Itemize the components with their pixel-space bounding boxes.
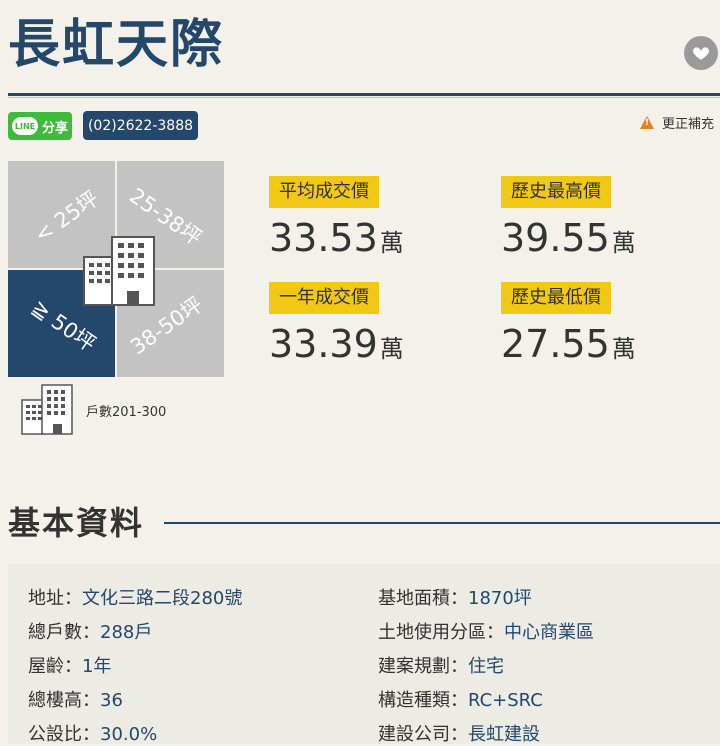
info-value: 長虹建設 (468, 724, 540, 745)
info-key: 屋齡： (28, 656, 82, 677)
info-value: 1870坪 (468, 588, 532, 609)
stat-avg-price: 平均成交價 33.53萬 (269, 176, 404, 265)
info-public-ratio: 公設比：30.0% (28, 720, 157, 746)
heart-icon (693, 47, 709, 60)
phone-button[interactable]: (02)2622-3888 (83, 111, 198, 140)
stat-hist-low: 歷史最低價 27.55萬 (501, 282, 636, 371)
info-value: 住宅 (468, 656, 504, 677)
info-zoning: 土地使用分區：中心商業區 (378, 618, 594, 644)
warning-icon (640, 116, 654, 129)
info-key: 總戶數： (28, 622, 100, 643)
line-icon: LINE (12, 117, 38, 135)
title-divider-thin (8, 97, 720, 98)
info-key: 總樓高： (28, 690, 100, 711)
stat-value-row: 33.53萬 (269, 216, 404, 265)
stat-unit: 萬 (611, 335, 636, 363)
stat-value: 33.53 (269, 216, 378, 260)
favorite-button[interactable] (684, 36, 718, 70)
info-value: 36 (100, 690, 123, 711)
info-key: 建設公司： (378, 724, 468, 745)
info-floors: 總樓高：36 (28, 686, 123, 712)
section-divider (164, 522, 720, 524)
info-key: 土地使用分區： (378, 622, 504, 643)
stat-unit: 萬 (379, 335, 404, 363)
units-count-label: 戶數201-300 (86, 405, 167, 420)
stat-value: 27.55 (501, 322, 610, 366)
stat-label: 一年成交價 (269, 282, 379, 314)
page-title: 長虹天際 (8, 15, 225, 75)
stat-year-price: 一年成交價 33.39萬 (269, 282, 404, 371)
basic-info-panel: 地址：文化三路二段280號 總戶數：288戶 屋齡：1年 總樓高：36 公設比：… (8, 564, 720, 746)
info-value: 30.0% (100, 724, 158, 745)
section-heading-basic: 基本資料 (8, 504, 145, 542)
stat-label: 平均成交價 (269, 176, 379, 208)
info-address: 地址：文化三路二段280號 (28, 584, 242, 610)
units-building-icon (21, 384, 73, 435)
size-grid: < 25坪 25-38坪 ≧ 50坪 38-50坪 (8, 161, 224, 377)
info-age: 屋齡：1年 (28, 652, 111, 678)
building-icon (83, 236, 155, 306)
info-value: 文化三路二段280號 (82, 588, 243, 609)
info-value: 中心商業區 (504, 622, 594, 643)
stat-value-row: 27.55萬 (501, 322, 636, 371)
info-households: 總戶數：288戶 (28, 618, 152, 644)
info-value: 1年 (82, 656, 112, 677)
stat-value-row: 39.55萬 (501, 216, 636, 265)
info-land-area: 基地面積：1870坪 (378, 584, 532, 610)
stat-label: 歷史最低價 (501, 282, 611, 314)
info-structure: 構造種類：RC+SRC (378, 686, 543, 712)
correction-label: 更正補充 (662, 117, 715, 132)
stat-unit: 萬 (611, 229, 636, 257)
correction-link[interactable]: 更正補充 (640, 113, 714, 132)
stat-value-row: 33.39萬 (269, 322, 404, 371)
info-key: 地址： (28, 588, 82, 609)
info-key: 基地面積： (378, 588, 468, 609)
line-share-button[interactable]: LINE 分享 (8, 112, 72, 140)
share-label: 分享 (42, 120, 69, 136)
info-value: RC+SRC (468, 690, 543, 711)
stat-hist-high: 歷史最高價 39.55萬 (501, 176, 636, 265)
stat-value: 39.55 (501, 216, 610, 260)
info-planning: 建案規劃：住宅 (378, 652, 504, 678)
stat-value: 33.39 (269, 322, 378, 366)
stat-label: 歷史最高價 (501, 176, 611, 208)
info-key: 構造種類： (378, 690, 468, 711)
info-key: 公設比： (28, 724, 100, 745)
title-divider (8, 93, 720, 96)
info-value: 288戶 (100, 622, 153, 643)
info-key: 建案規劃： (378, 656, 468, 677)
info-developer: 建設公司：長虹建設 (378, 720, 540, 746)
stat-unit: 萬 (379, 229, 404, 257)
